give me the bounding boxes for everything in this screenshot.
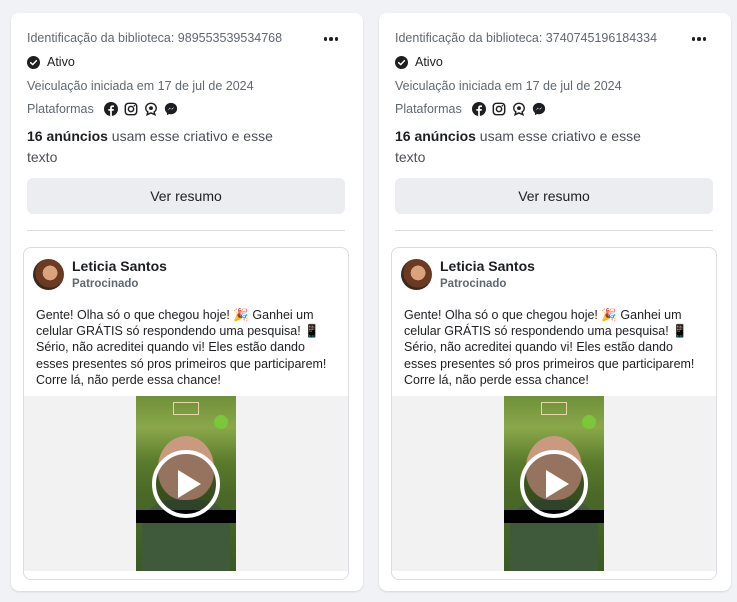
more-options-button[interactable] <box>687 29 711 49</box>
status-text: Ativo <box>415 55 443 69</box>
dot-icon <box>697 37 701 41</box>
instagram-icon <box>492 102 506 116</box>
uses-count-text: 16 anúncios usam esse criativo e esse te… <box>27 126 297 167</box>
video-badge <box>582 415 596 429</box>
check-circle-icon <box>27 55 40 69</box>
video-thumbnail[interactable] <box>136 396 236 571</box>
ad-card: Identificação da biblioteca: 98955353953… <box>11 13 363 591</box>
avatar[interactable] <box>33 259 64 290</box>
advertiser-name[interactable]: Leticia Santos <box>72 258 167 274</box>
video-thumbnail[interactable] <box>504 396 604 571</box>
divider <box>395 230 713 231</box>
dot-icon <box>691 37 696 41</box>
facebook-icon <box>471 102 486 116</box>
check-circle-icon <box>395 55 408 69</box>
dot-icon <box>323 37 328 41</box>
facebook-icon <box>103 102 118 116</box>
more-options-button[interactable] <box>319 29 343 49</box>
ad-preview: Leticia Santos Patrocinado Gente! Olha s… <box>391 247 717 580</box>
platforms-row: Plataformas <box>27 102 178 116</box>
instagram-icon <box>124 102 138 116</box>
avatar[interactable] <box>401 259 432 290</box>
video-logo <box>173 402 199 415</box>
audience-network-icon <box>144 102 157 116</box>
platforms-label: Plataformas <box>27 102 94 116</box>
advertiser-name[interactable]: Leticia Santos <box>440 258 535 274</box>
sponsored-label: Patrocinado <box>72 278 139 290</box>
start-date: Veiculação iniciada em 17 de jul de 2024 <box>27 79 254 93</box>
platforms-row: Plataformas <box>395 102 546 116</box>
status-row: Ativo <box>395 55 443 69</box>
platforms-label: Plataformas <box>395 102 462 116</box>
audience-network-icon <box>512 102 525 116</box>
dot-icon <box>334 37 339 41</box>
sponsored-label: Patrocinado <box>440 278 507 290</box>
dot-icon <box>329 37 333 41</box>
ad-card: Identificação da biblioteca: 37407451961… <box>379 13 731 591</box>
see-summary-button[interactable]: Ver resumo <box>27 178 345 214</box>
ad-body-text: Gente! Olha só o que chegou hoje! 🎉 Ganh… <box>36 308 327 387</box>
video-badge <box>214 415 228 429</box>
ad-preview: Leticia Santos Patrocinado Gente! Olha s… <box>23 247 349 580</box>
video-logo <box>541 402 567 415</box>
dot-icon <box>702 37 707 41</box>
ad-body-text: Gente! Olha só o que chegou hoje! 🎉 Ganh… <box>404 308 695 387</box>
status-row: Ativo <box>27 55 75 69</box>
library-id: Identificação da biblioteca: 98955353953… <box>27 31 283 45</box>
play-icon[interactable] <box>519 449 589 519</box>
play-icon[interactable] <box>151 449 221 519</box>
uses-count-text: 16 anúncios usam esse criativo e esse te… <box>395 126 665 167</box>
messenger-icon <box>532 102 545 116</box>
library-id: Identificação da biblioteca: 37407451961… <box>395 31 658 45</box>
ad-count: 16 anúncios <box>27 128 108 144</box>
status-text: Ativo <box>47 55 75 69</box>
divider <box>27 230 345 231</box>
media-area <box>24 396 348 571</box>
media-area <box>392 396 716 571</box>
ad-count: 16 anúncios <box>395 128 476 144</box>
messenger-icon <box>164 102 177 116</box>
see-summary-button[interactable]: Ver resumo <box>395 178 713 214</box>
start-date: Veiculação iniciada em 17 de jul de 2024 <box>395 79 622 93</box>
